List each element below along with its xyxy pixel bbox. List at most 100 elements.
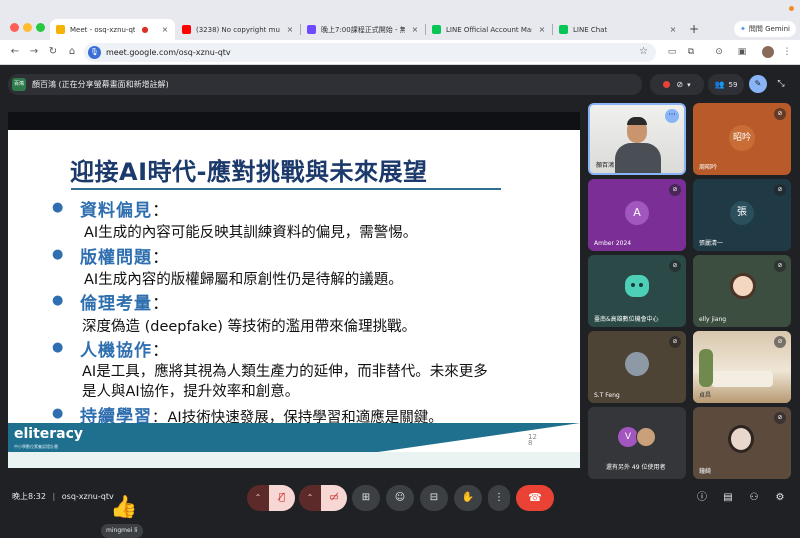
app-favicon-icon: [307, 25, 316, 34]
close-icon[interactable]: ×: [537, 25, 547, 34]
participant-tile[interactable]: 昭吟 周昭吟 ⊘: [693, 103, 791, 175]
captions-button[interactable]: ⊟: [420, 485, 448, 511]
reactions-button[interactable]: ☺: [386, 485, 414, 511]
tab-line-oa[interactable]: LINE Official Account Manag ×: [426, 19, 552, 40]
participant-tile[interactable]: 顏百鴻 ···: [588, 103, 686, 175]
mic-toggle-button[interactable]: 🎙̸: [269, 485, 295, 511]
slide-page-number: 12 8: [528, 433, 537, 447]
back-button[interactable]: ←: [8, 45, 22, 59]
mic-off-icon: ⊘: [669, 260, 681, 272]
participant-name: elly jiang: [699, 316, 727, 323]
camera-icon[interactable]: ⊙: [712, 45, 726, 59]
emoji-icon: ☺: [394, 492, 406, 503]
thumbs-up-reaction-icon: 👍: [110, 495, 138, 520]
bookmark-star-icon[interactable]: ☆: [639, 46, 648, 57]
window-close-button[interactable]: [10, 23, 19, 32]
room-sofa: [711, 371, 773, 387]
close-icon[interactable]: ×: [160, 25, 170, 34]
line-favicon-icon: [559, 25, 568, 34]
mic-off-icon: ⊘: [669, 184, 681, 196]
close-icon[interactable]: ×: [668, 25, 678, 34]
logo-eye: [631, 283, 635, 287]
meet-window: 百鴻 顏百鴻 (正在分享螢幕畫面和新增註解) ⊘ ▾ 👥 59 ✎ ⤡ 迎接AI…: [0, 65, 800, 538]
browser-tab-strip: Meet - osq-xznu-qtv ● × (3238) No copyri…: [0, 0, 800, 40]
gemini-sparkle-icon: ✦: [740, 25, 746, 33]
profile-photo: [625, 352, 649, 376]
participant-tile[interactable]: elly jiang ⊘: [693, 255, 791, 327]
participant-tile[interactable]: 鐘綺 ⊘: [693, 407, 791, 479]
people-icon: 👥: [714, 80, 725, 89]
reload-button[interactable]: ↻: [46, 45, 60, 59]
profile-avatar[interactable]: [761, 45, 775, 59]
room-plant: [699, 349, 713, 387]
present-screen-button[interactable]: ⊞: [352, 485, 380, 511]
participant-tile[interactable]: 貞昌 ⊘: [693, 331, 791, 403]
section-heading: 人機協作：: [80, 341, 170, 361]
raise-hand-button[interactable]: ✋: [454, 485, 482, 511]
captions-icon: ⊟: [429, 492, 439, 503]
site-info-icon[interactable]: 🎙: [88, 46, 101, 59]
cast-icon[interactable]: ▣: [735, 45, 749, 59]
participants-count-pill[interactable]: 👥 59: [708, 74, 744, 95]
chat-icon[interactable]: ▤: [720, 490, 736, 506]
home-button[interactable]: ⌂: [65, 45, 79, 59]
camera-toggle-button[interactable]: ▭̸: [321, 485, 347, 511]
new-tab-button[interactable]: +: [687, 21, 701, 37]
mic-off-icon: 🎙̸: [278, 492, 285, 503]
meet-favicon-icon: [56, 25, 65, 34]
url-text[interactable]: meet.google.com/osq-xznu-qtv: [106, 43, 231, 62]
mic-off-icon: ⊘: [774, 108, 786, 120]
tab-line-chat[interactable]: LINE Chat ×: [553, 19, 683, 40]
menu-icon[interactable]: ⋮: [780, 45, 794, 59]
end-call-button[interactable]: ☎: [516, 485, 554, 511]
community-logo-icon: [625, 275, 649, 297]
bullet-icon: ●: [52, 200, 64, 215]
address-bar[interactable]: 🎙 meet.google.com/osq-xznu-qtv ☆: [84, 43, 656, 62]
tab-youtube[interactable]: (3238) No copyright music - ×: [176, 19, 300, 40]
person-body: [615, 143, 661, 173]
tab-meet[interactable]: Meet - osq-xznu-qtv ● ×: [50, 19, 175, 40]
logo-eye: [639, 283, 643, 287]
mic-off-icon: ⊘: [774, 260, 786, 272]
participant-tile[interactable]: A Amber 2024 ⊘: [588, 179, 686, 251]
tab-course[interactable]: 晚上7:00課程正式開始 - 無相 ×: [301, 19, 425, 40]
phone-hangup-icon: ☎: [528, 491, 542, 504]
participant-tile[interactable]: 張 張麗清一 ⊘: [693, 179, 791, 251]
meeting-clock: 晚上8:32 | osq-xznu-qtv: [12, 491, 114, 502]
bullet-icon: ●: [52, 247, 64, 262]
more-options-icon[interactable]: ···: [665, 109, 679, 123]
forward-button[interactable]: →: [27, 45, 41, 59]
audio-settings-chevron[interactable]: ⌃: [247, 485, 269, 511]
window-zoom-button[interactable]: [36, 23, 45, 32]
window-minimize-button[interactable]: [23, 23, 32, 32]
more-participants-label: 還有另外 49 位使用者: [606, 464, 666, 471]
activities-icon[interactable]: ✎: [749, 75, 767, 93]
extensions-icon[interactable]: ⧉: [684, 45, 698, 59]
gemini-button[interactable]: ✦ 問問 Gemini: [734, 21, 796, 37]
participant-tile[interactable]: 臺南&高雄數位機會中心 ⊘: [588, 255, 686, 327]
more-options-button[interactable]: ⋮: [488, 485, 510, 511]
mic-off-icon: ⊘: [774, 336, 786, 348]
recording-controls[interactable]: ⊘ ▾: [650, 74, 704, 95]
participant-avatar: 張: [730, 201, 754, 225]
recording-icon: [663, 81, 671, 88]
screen-share-icon[interactable]: ▭: [665, 45, 679, 59]
presenting-text: 顏百鴻 (正在分享螢幕畫面和新增註解): [32, 80, 169, 89]
participant-name: 顏百鴻: [596, 162, 615, 169]
close-icon[interactable]: ×: [410, 25, 420, 34]
more-vertical-icon: ⋮: [494, 492, 504, 503]
browser-toolbar: ← → ↻ ⌂ 🎙 meet.google.com/osq-xznu-qtv ☆…: [0, 40, 800, 65]
info-icon[interactable]: ⓘ: [694, 490, 710, 506]
participant-tile[interactable]: V 還有另外 49 位使用者: [588, 407, 686, 479]
tab-label: Meet - osq-xznu-qtv: [70, 25, 135, 34]
host-controls-icon[interactable]: ⚙: [772, 490, 788, 506]
close-icon[interactable]: ×: [285, 25, 295, 34]
more-users-avatar-photo: [636, 427, 656, 447]
section-text: 是人與AI協作，提升效率和創意。: [82, 384, 300, 400]
section-heading: 版權問題：: [80, 248, 170, 268]
bullet-icon: ●: [52, 406, 64, 421]
collapse-icon[interactable]: ⤡: [773, 76, 789, 92]
participant-tile[interactable]: S.T Feng ⊘: [588, 331, 686, 403]
people-icon[interactable]: ⚇: [746, 490, 762, 506]
video-settings-chevron[interactable]: ⌃: [299, 485, 321, 511]
